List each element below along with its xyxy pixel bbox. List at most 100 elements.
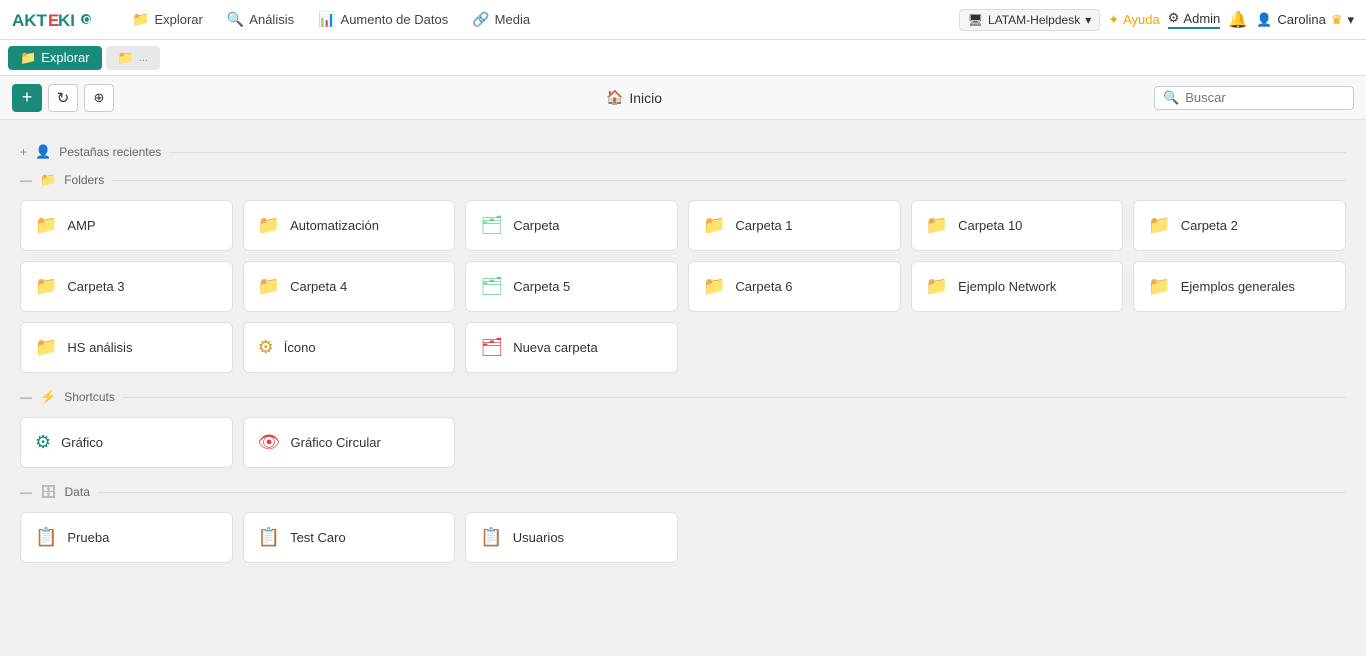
folder-carpeta4[interactable]: 📁 Carpeta 4 — [243, 261, 456, 312]
data-toggle[interactable]: — — [20, 485, 32, 499]
notification-bell[interactable]: 🔔 — [1228, 10, 1248, 30]
share-button[interactable]: ⊕ — [84, 84, 114, 112]
search-box[interactable]: 🔍 — [1154, 86, 1354, 110]
folder-carpeta4-label: Carpeta 4 — [290, 279, 347, 294]
folder-carpeta-label: Carpeta — [513, 218, 559, 233]
data-prueba[interactable]: 📋 Prueba — [20, 512, 233, 563]
folder-carpeta5-icon: 🗂 — [480, 276, 503, 297]
shortcuts-label: Shortcuts — [64, 390, 115, 404]
folder-ejemplos-generales[interactable]: 📁 Ejemplos generales — [1133, 261, 1346, 312]
folder-carpeta6-label: Carpeta 6 — [735, 279, 792, 294]
folder-carpeta-icon: 🗂 — [480, 215, 503, 236]
tab-explorar[interactable]: 📁 Explorar — [8, 46, 102, 70]
shortcut-grafico-label: Gráfico — [61, 435, 103, 450]
folder-hs-analisis[interactable]: 📁 HS análisis — [20, 322, 233, 373]
folder-automatizacion-icon: 📁 — [258, 215, 280, 236]
folders-toggle[interactable]: — — [20, 173, 32, 187]
app-logo[interactable]: AKT E KI O — [12, 9, 102, 31]
data-grid: 📋 Prueba 📋 Test Caro 📋 Usuarios — [20, 512, 1346, 563]
recent-divider — [169, 152, 1346, 153]
folder-carpeta2-label: Carpeta 2 — [1181, 218, 1238, 233]
folder-carpeta5-label: Carpeta 5 — [513, 279, 570, 294]
tab-second[interactable]: 📁 ... — [106, 46, 160, 70]
shortcuts-toggle[interactable]: — — [20, 390, 32, 404]
data-section-header: — 🗄 Data — [20, 484, 1346, 500]
svg-text:AKT: AKT — [12, 11, 48, 30]
admin-label: Admin — [1183, 11, 1220, 26]
folder-nueva-carpeta[interactable]: 🗂 Nueva carpeta — [465, 322, 678, 373]
refresh-icon: ↻ — [57, 89, 70, 107]
shortcut-grafico-circular[interactable]: 👁 Gráfico Circular — [243, 417, 456, 468]
folder-amp[interactable]: 📁 AMP — [20, 200, 233, 251]
ayuda-button[interactable]: ✦ Ayuda — [1108, 12, 1160, 28]
folders-grid: 📁 AMP 📁 Automatización 🗂 Carpeta 📁 Carpe… — [20, 200, 1346, 373]
nav-aumento-datos[interactable]: 📊 Aumento de Datos — [308, 7, 458, 32]
recent-toggle[interactable]: + — [20, 145, 27, 159]
nav-right-section: 🖥 LATAM-Helpdesk ▾ ✦ Ayuda ⚙ Admin 🔔 👤 C… — [959, 9, 1354, 31]
folder-carpeta5[interactable]: 🗂 Carpeta 5 — [465, 261, 678, 312]
nav-explorar-label: Explorar — [154, 12, 202, 27]
folder-nueva-carpeta-label: Nueva carpeta — [513, 340, 598, 355]
user-menu[interactable]: 👤 Carolina ♛ ▾ — [1256, 12, 1354, 28]
nav-explorar[interactable]: 📁 Explorar — [122, 7, 213, 32]
data-icon: 🗄 — [40, 484, 57, 500]
folder-icono[interactable]: ⚙ Ícono — [243, 322, 456, 373]
helpdesk-label: LATAM-Helpdesk — [988, 13, 1080, 27]
folder-carpeta1[interactable]: 📁 Carpeta 1 — [688, 200, 901, 251]
nav-media[interactable]: 🔗 Media — [462, 7, 540, 32]
folder-carpeta3[interactable]: 📁 Carpeta 3 — [20, 261, 233, 312]
shortcuts-section-header: — ⚡ Shortcuts — [20, 389, 1346, 405]
toolbar: + ↻ ⊕ 🏠 Inicio 🔍 — [0, 76, 1366, 120]
svg-text:O: O — [83, 15, 91, 26]
user-avatar-icon: 👤 — [1256, 12, 1272, 28]
explorar-icon: 📁 — [132, 11, 149, 28]
folder-carpeta2[interactable]: 📁 Carpeta 2 — [1133, 200, 1346, 251]
data-test-caro-icon: 📋 — [258, 527, 280, 548]
folder-carpeta6-icon: 📁 — [703, 276, 725, 297]
home-icon: 🏠 — [606, 89, 623, 106]
folder-carpeta3-icon: 📁 — [35, 276, 57, 297]
tab-bar: 📁 Explorar 📁 ... — [0, 40, 1366, 76]
folder-carpeta10-label: Carpeta 10 — [958, 218, 1022, 233]
shortcut-grafico-icon: ⚙ — [35, 432, 51, 453]
folder-carpeta[interactable]: 🗂 Carpeta — [465, 200, 678, 251]
media-icon: 🔗 — [472, 11, 489, 28]
folder-ejemplo-network[interactable]: 📁 Ejemplo Network — [911, 261, 1124, 312]
folder-automatizacion[interactable]: 📁 Automatización — [243, 200, 456, 251]
folder-carpeta1-label: Carpeta 1 — [735, 218, 792, 233]
nav-aumento-datos-label: Aumento de Datos — [341, 12, 449, 27]
recent-section-header: + 👤 Pestañas recientes — [20, 144, 1346, 160]
data-divider — [98, 492, 1346, 493]
shortcut-grafico[interactable]: ⚙ Gráfico — [20, 417, 233, 468]
top-navigation: AKT E KI O 📁 Explorar 🔍 Análisis 📊 Aumen… — [0, 0, 1366, 40]
data-test-caro-label: Test Caro — [290, 530, 346, 545]
folder-hs-analisis-label: HS análisis — [67, 340, 132, 355]
data-usuarios-label: Usuarios — [513, 530, 564, 545]
nav-media-label: Media — [495, 12, 530, 27]
ayuda-label: Ayuda — [1123, 12, 1160, 27]
nav-analisis[interactable]: 🔍 Análisis — [217, 7, 304, 32]
data-usuarios-icon: 📋 — [480, 527, 502, 548]
data-label: Data — [65, 485, 90, 499]
shortcuts-icon: ⚡ — [40, 389, 56, 405]
data-usuarios[interactable]: 📋 Usuarios — [465, 512, 678, 563]
folders-icon: 📁 — [40, 172, 56, 188]
folder-carpeta10[interactable]: 📁 Carpeta 10 — [911, 200, 1124, 251]
refresh-button[interactable]: ↻ — [48, 84, 78, 112]
shortcut-grafico-circular-icon: 👁 — [258, 432, 281, 453]
folder-hs-analisis-icon: 📁 — [35, 337, 57, 358]
data-test-caro[interactable]: 📋 Test Caro — [243, 512, 456, 563]
folder-carpeta6[interactable]: 📁 Carpeta 6 — [688, 261, 901, 312]
helpdesk-icon: 🖥 — [968, 13, 983, 27]
add-button[interactable]: + — [12, 84, 42, 112]
admin-button[interactable]: ⚙ Admin — [1168, 10, 1221, 29]
share-icon: ⊕ — [94, 90, 105, 106]
helpdesk-button[interactable]: 🖥 LATAM-Helpdesk ▾ — [959, 9, 1101, 31]
search-input[interactable] — [1185, 90, 1345, 105]
folder-carpeta1-icon: 📁 — [703, 215, 725, 236]
user-name-label: Carolina — [1277, 12, 1325, 27]
toolbar-center: 🏠 Inicio — [120, 89, 1148, 106]
user-crown-icon: ♛ — [1331, 12, 1343, 28]
folder-ejemplos-generales-icon: 📁 — [1148, 276, 1170, 297]
data-prueba-icon: 📋 — [35, 527, 57, 548]
